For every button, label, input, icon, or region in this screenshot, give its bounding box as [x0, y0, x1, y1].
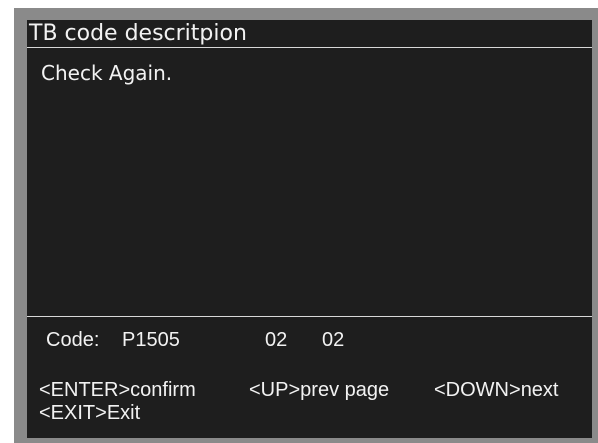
enter-action-label: confirm — [130, 379, 196, 401]
down-key-label: <DOWN> — [434, 379, 521, 401]
exit-hint[interactable]: <EXIT>Exit — [39, 401, 140, 425]
code-line: Code: P1505 02 02 — [46, 327, 344, 353]
down-next-hint[interactable]: <DOWN>next — [434, 378, 559, 402]
up-prev-page-hint[interactable]: <UP>prev page — [249, 378, 389, 402]
description-message: Check Again. — [41, 61, 173, 85]
description-panel: Check Again. — [27, 48, 592, 317]
enter-key-label: <ENTER> — [39, 379, 131, 401]
page-total: 02 — [322, 329, 345, 351]
screen-title: TB code descritpion — [27, 20, 592, 48]
exit-action-label: Exit — [106, 402, 141, 424]
page-current: 02 — [265, 329, 288, 351]
code-label: Code: — [46, 329, 100, 351]
exit-key-label: <EXIT> — [39, 402, 107, 424]
up-action-label: prev page — [300, 379, 390, 401]
tb-code-screen: TB code descritpion Check Again. Code: P… — [27, 20, 592, 438]
down-action-label: next — [520, 379, 559, 401]
code-value: P1505 — [122, 329, 180, 351]
enter-confirm-hint[interactable]: <ENTER>confirm — [39, 378, 196, 402]
footer-panel: Code: P1505 02 02 <ENTER>confirm <UP>pre… — [27, 317, 592, 438]
up-key-label: <UP> — [249, 379, 301, 401]
